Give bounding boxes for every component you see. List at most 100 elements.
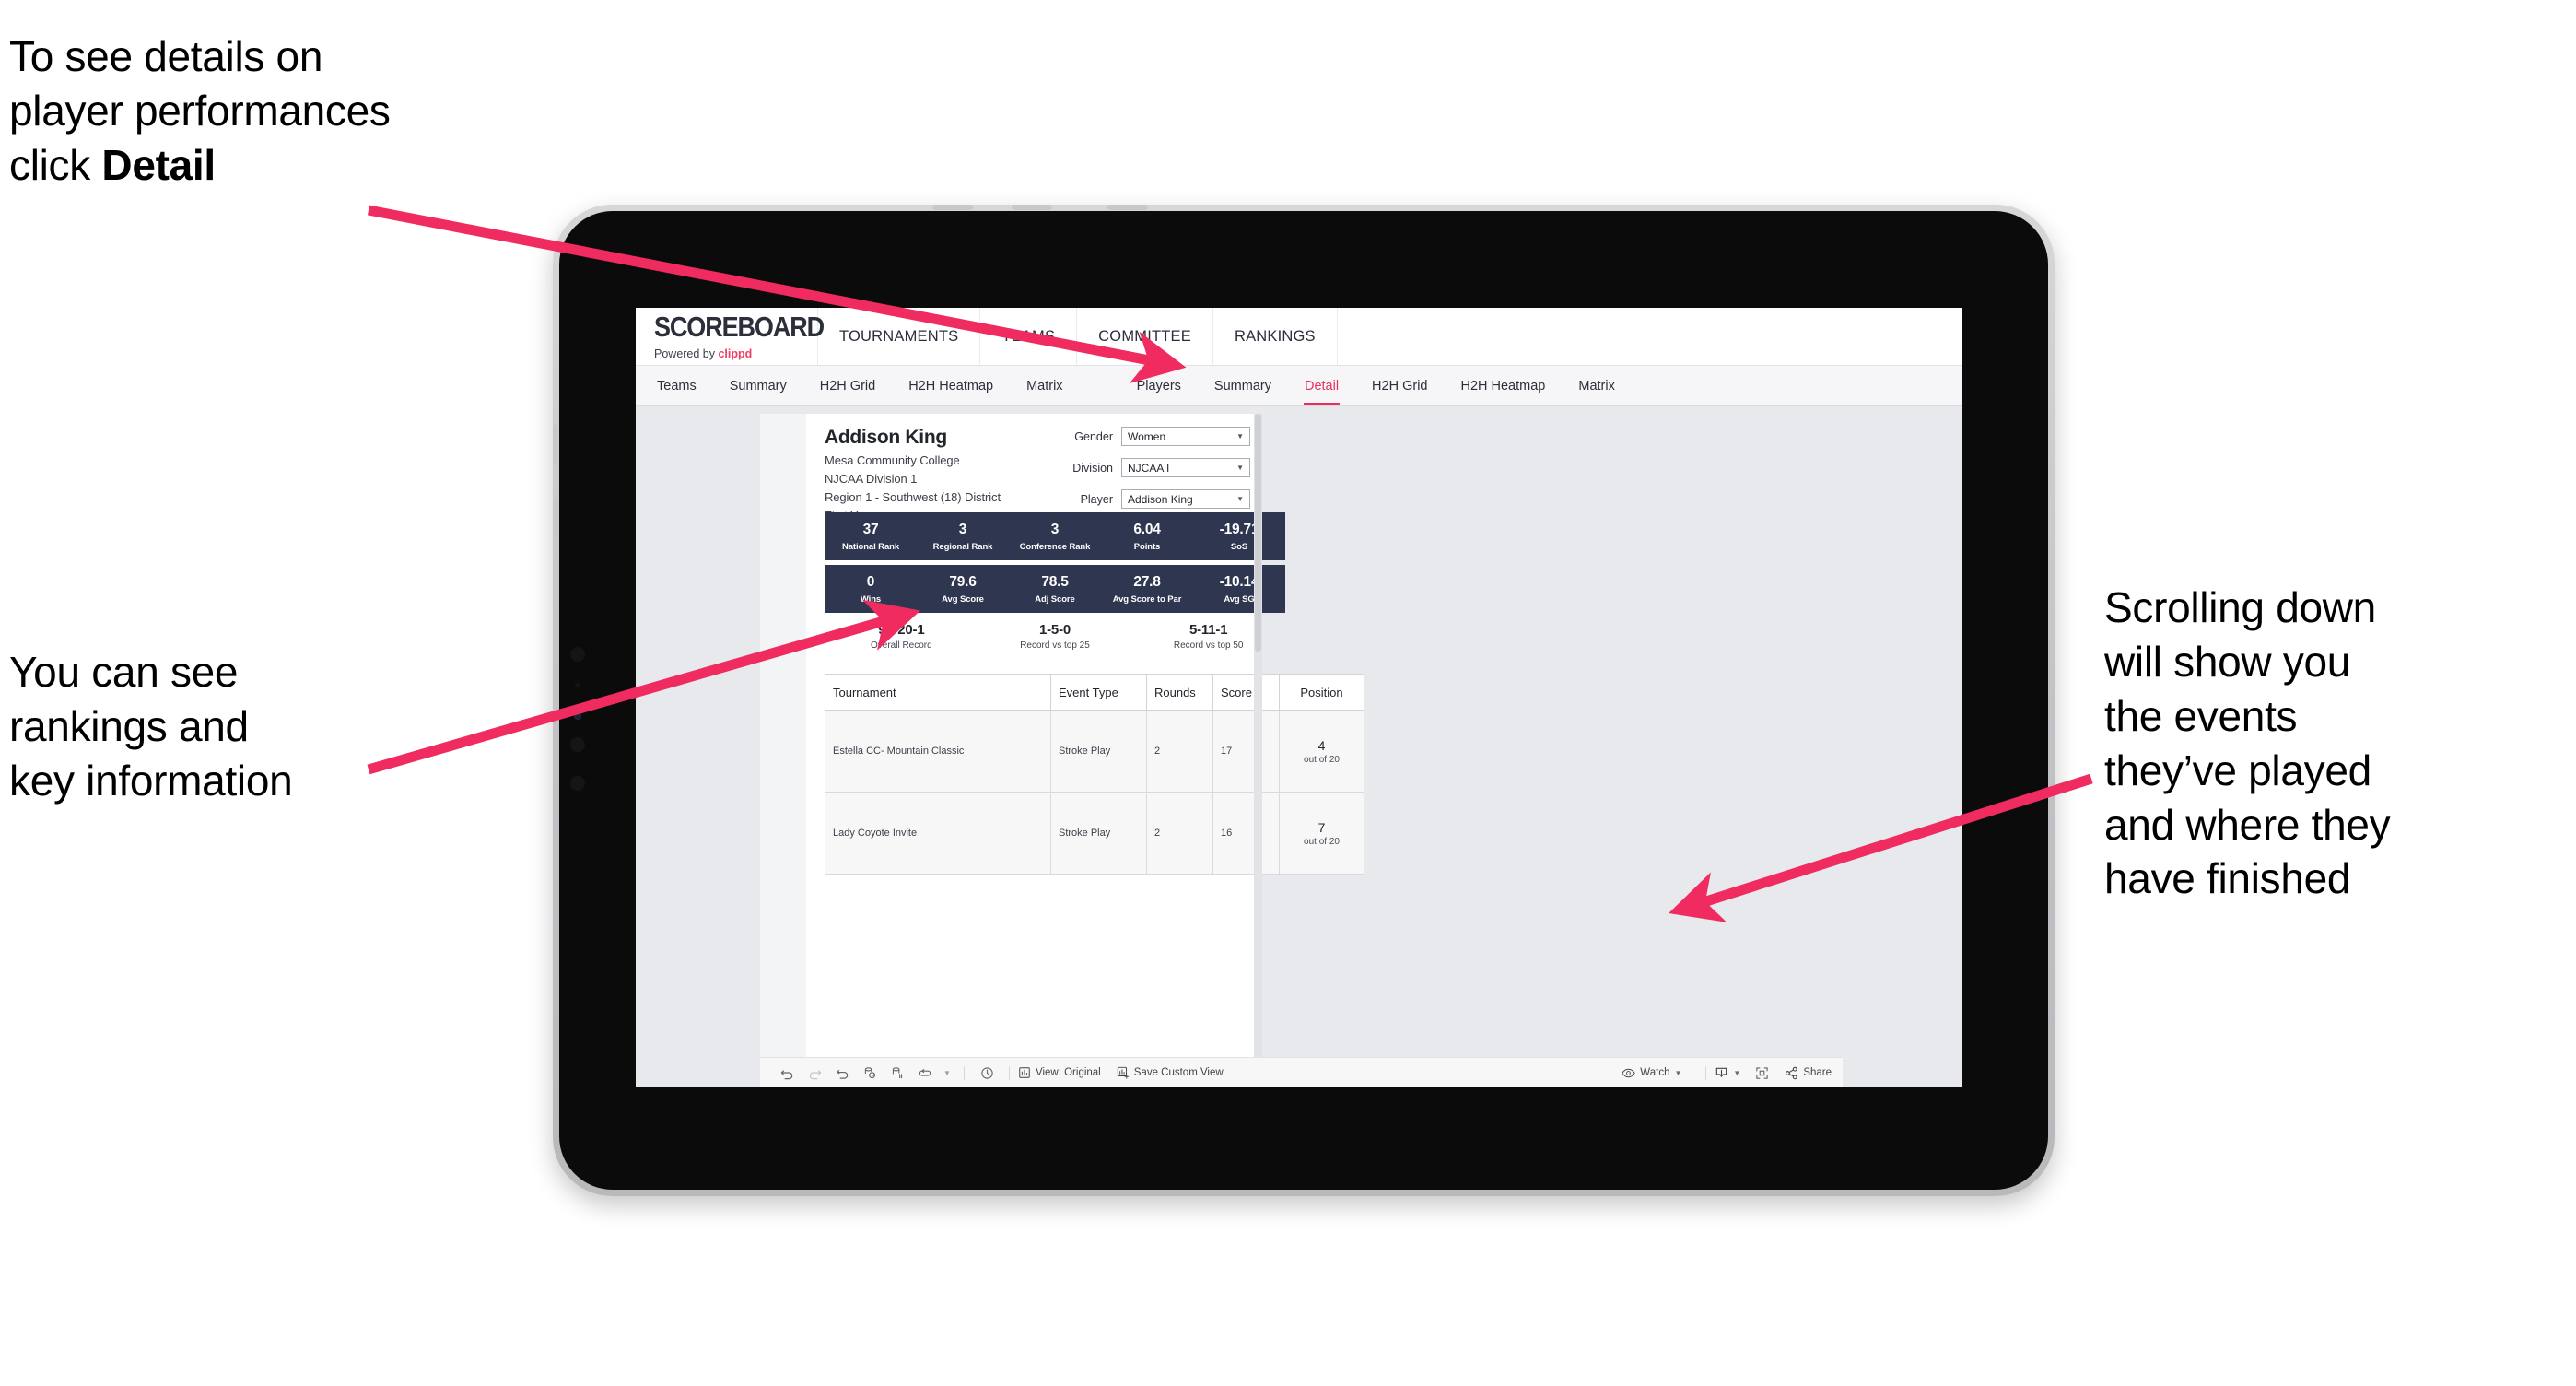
- panel-scrollbar[interactable]: [1254, 414, 1262, 1067]
- tablet-speaker-dot-1: [570, 647, 585, 662]
- site-header: SCOREBOARD Powered by clippd TOURNAMENTS…: [636, 308, 1962, 366]
- stat-adj-score: 78.5 Adj Score: [1009, 574, 1101, 605]
- subnav-item-players-summary[interactable]: Summary: [1213, 375, 1272, 397]
- watch-button[interactable]: Watch ▼: [1622, 1067, 1681, 1079]
- tableau-toolbar: ▼ View: Original Save Custom View Watch …: [760, 1057, 1843, 1087]
- cell-position: 4 out of 20: [1279, 710, 1364, 793]
- share-button[interactable]: Share: [1785, 1066, 1832, 1080]
- player-select[interactable]: Addison King ▼: [1121, 489, 1250, 509]
- stat-label: SoS: [1230, 541, 1248, 552]
- record-value: 5-11-1: [1189, 622, 1228, 638]
- subnav-item-teams-matrix[interactable]: Matrix: [1025, 375, 1063, 397]
- toolbar-divider: [964, 1065, 965, 1080]
- player-division: NJCAA Division 1: [825, 472, 918, 486]
- subnav-item-teams-summary[interactable]: Summary: [729, 375, 788, 397]
- callout-text-prefix: click: [9, 140, 102, 189]
- subnav-item-players[interactable]: Players: [1136, 375, 1182, 397]
- subnav-item-teams-h2h-grid[interactable]: H2H Grid: [819, 375, 876, 397]
- player-identity-block: Addison King Mesa Community College NJCA…: [825, 427, 1001, 523]
- save-view-icon: [1117, 1066, 1130, 1079]
- topnav-committee[interactable]: COMMITTEE: [1077, 308, 1213, 365]
- subnav-item-players-matrix[interactable]: Matrix: [1577, 375, 1615, 397]
- refresh-data-icon[interactable]: [856, 1063, 884, 1083]
- view-original-label: View: Original: [1036, 1067, 1101, 1078]
- subnav-item-players-h2h-heatmap[interactable]: H2H Heatmap: [1459, 375, 1546, 397]
- view-original-button[interactable]: View: Original: [1018, 1066, 1101, 1079]
- cell-score: 16: [1212, 792, 1280, 875]
- brand-logo[interactable]: SCOREBOARD Powered by clippd: [636, 308, 825, 365]
- subnav-item-teams-h2h-heatmap[interactable]: H2H Heatmap: [907, 375, 994, 397]
- subnav-item-players-detail[interactable]: Detail: [1303, 375, 1341, 405]
- topnav-teams[interactable]: TEAMS: [980, 308, 1078, 365]
- chevron-down-icon: ▼: [1674, 1068, 1682, 1077]
- subnav-item-teams[interactable]: Teams: [656, 375, 697, 397]
- revert-icon[interactable]: [828, 1063, 856, 1083]
- callout-detail-instruction: To see details on player performances cl…: [9, 29, 617, 193]
- stat-wins: 0 Wins: [825, 574, 917, 605]
- table-header-score[interactable]: Score: [1212, 674, 1280, 711]
- tablet-top-button-2: [1012, 205, 1052, 210]
- callout-text-bold: Detail: [101, 140, 216, 189]
- table-row[interactable]: Lady Coyote Invite Stroke Play 2 16 7 ou…: [825, 792, 1364, 875]
- callout-line: the events: [2104, 691, 2298, 740]
- callout-rankings-info: You can see rankings and key information: [9, 645, 488, 808]
- share-label: Share: [1803, 1067, 1832, 1078]
- pan-dropdown-icon[interactable]: ▼: [939, 1063, 955, 1083]
- stat-avg-score: 79.6 Avg Score: [917, 574, 1009, 605]
- stat-label: Conference Rank: [1019, 541, 1091, 552]
- table-header-event-type[interactable]: Event Type: [1050, 674, 1147, 711]
- topnav-tournaments[interactable]: TOURNAMENTS: [818, 308, 981, 365]
- redo-icon[interactable]: [801, 1063, 828, 1083]
- player-name: Addison King: [825, 427, 947, 448]
- table-header-rounds[interactable]: Rounds: [1146, 674, 1213, 711]
- tablet-side-button-2: [553, 498, 558, 538]
- cell-event-type: Stroke Play: [1050, 792, 1147, 875]
- content-area: Addison King Mesa Community College NJCA…: [636, 406, 1962, 1087]
- tablet-speaker-dot-3: [570, 776, 585, 791]
- stat-value: 6.04: [1133, 521, 1161, 537]
- gender-select[interactable]: Women ▼: [1121, 427, 1250, 446]
- scrollbar-thumb[interactable]: [1255, 414, 1261, 652]
- topnav-rankings[interactable]: RANKINGS: [1213, 308, 1338, 365]
- filter-label-gender: Gender: [1074, 429, 1113, 443]
- callout-line: rankings and: [9, 701, 249, 750]
- cell-event-type: Stroke Play: [1050, 710, 1147, 793]
- chevron-down-icon: ▼: [1236, 431, 1244, 440]
- undo-icon[interactable]: [773, 1063, 801, 1083]
- share-icon: [1786, 1066, 1797, 1079]
- topnav-teams-label: TEAMS: [1001, 327, 1056, 345]
- stat-regional-rank: 3 Regional Rank: [917, 522, 1009, 552]
- download-button[interactable]: ▼: [1715, 1066, 1740, 1080]
- division-select-value: NJCAA I: [1128, 461, 1170, 475]
- stat-value: 37: [862, 521, 879, 537]
- division-select[interactable]: NJCAA I ▼: [1121, 458, 1250, 477]
- stat-label: Avg Score to Par: [1112, 593, 1182, 605]
- save-custom-view-button[interactable]: Save Custom View: [1117, 1066, 1224, 1079]
- table-header-tournament[interactable]: Tournament: [825, 674, 1051, 711]
- stat-value: 78.5: [1041, 573, 1069, 590]
- cell-tournament: Lady Coyote Invite: [825, 792, 1051, 875]
- tablet-speaker-dot-2: [570, 737, 585, 752]
- record-vs-top-50: 5-11-1 Record vs top 50: [1131, 622, 1285, 651]
- table-header-position[interactable]: Position: [1279, 674, 1364, 711]
- fullscreen-icon[interactable]: [1748, 1063, 1775, 1083]
- filter-row-gender: Gender Women ▼: [1052, 427, 1250, 446]
- brand-title: SCOREBOARD: [654, 311, 825, 343]
- record-vs-top-25: 1-5-0 Record vs top 25: [978, 622, 1132, 651]
- watch-label: Watch: [1640, 1067, 1670, 1078]
- topnav-committee-label: COMMITTEE: [1098, 327, 1191, 345]
- player-select-value: Addison King: [1128, 492, 1193, 506]
- history-icon[interactable]: [973, 1063, 1001, 1083]
- table-row[interactable]: Estella CC- Mountain Classic Stroke Play…: [825, 710, 1364, 793]
- callout-line: To see details on: [9, 32, 323, 80]
- download-icon: [1716, 1067, 1727, 1077]
- subnav-item-players-h2h-grid[interactable]: H2H Grid: [1371, 375, 1428, 397]
- cell-rounds: 2: [1146, 792, 1213, 875]
- stat-value: 3: [958, 521, 967, 537]
- pan-icon[interactable]: [911, 1063, 939, 1083]
- record-label: Record vs top 50: [1173, 640, 1244, 651]
- stat-conference-rank: 3 Conference Rank: [1009, 522, 1101, 552]
- pause-data-icon[interactable]: [884, 1063, 911, 1083]
- toolbar-divider: [1705, 1065, 1707, 1080]
- chevron-down-icon: ▼: [1236, 463, 1244, 472]
